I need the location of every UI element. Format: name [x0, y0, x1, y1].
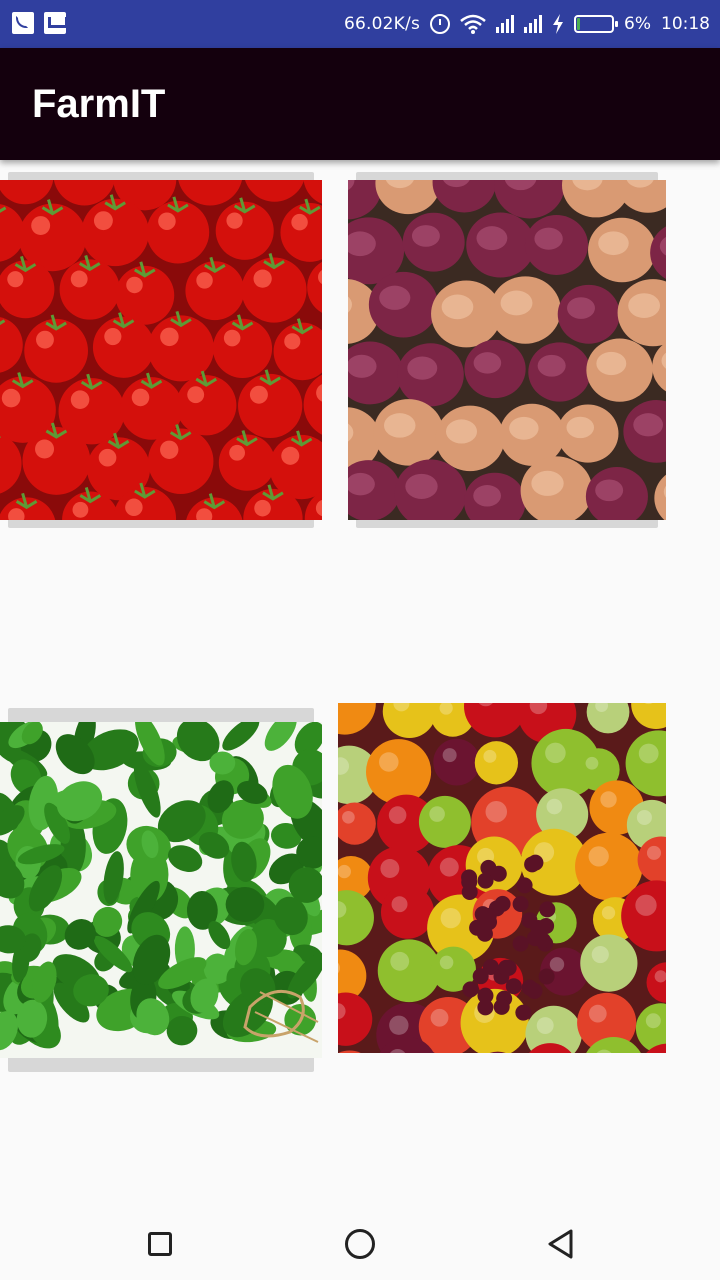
cast-icon	[12, 12, 34, 34]
battery-percent: 6%	[624, 14, 651, 34]
tomatoes-image	[0, 180, 322, 520]
recents-square-icon	[148, 1232, 172, 1256]
signal-icon	[524, 15, 543, 33]
navigation-bar	[0, 1208, 720, 1280]
product-card-fruits[interactable]	[338, 703, 666, 1053]
network-speed: 66.02K/s	[344, 14, 421, 34]
notification-icons	[12, 12, 66, 34]
product-card-coriander[interactable]	[0, 722, 322, 1058]
status-bar: 66.02K/s 6% 10:18	[0, 0, 720, 48]
fruits-image	[338, 703, 666, 1053]
clock: 10:18	[661, 14, 710, 34]
wifi-icon	[460, 14, 486, 34]
app-bar: FarmIT	[0, 48, 720, 160]
system-status: 66.02K/s 6% 10:18	[344, 0, 710, 48]
product-card-tomatoes[interactable]	[0, 180, 322, 520]
battery-level	[577, 18, 581, 30]
back-triangle-icon	[548, 1229, 573, 1259]
signal-icon	[496, 15, 515, 33]
home-button[interactable]	[340, 1224, 380, 1264]
charging-icon	[553, 14, 564, 34]
gmail-icon	[44, 12, 66, 34]
coriander-image	[0, 722, 322, 1058]
app-title: FarmIT	[32, 82, 166, 126]
home-circle-icon	[345, 1229, 375, 1259]
back-button[interactable]	[540, 1224, 580, 1264]
recents-button[interactable]	[140, 1224, 180, 1264]
product-card-onions[interactable]	[348, 180, 666, 520]
onions-image	[348, 180, 666, 520]
alarm-icon	[430, 14, 451, 34]
battery-icon	[574, 15, 619, 33]
